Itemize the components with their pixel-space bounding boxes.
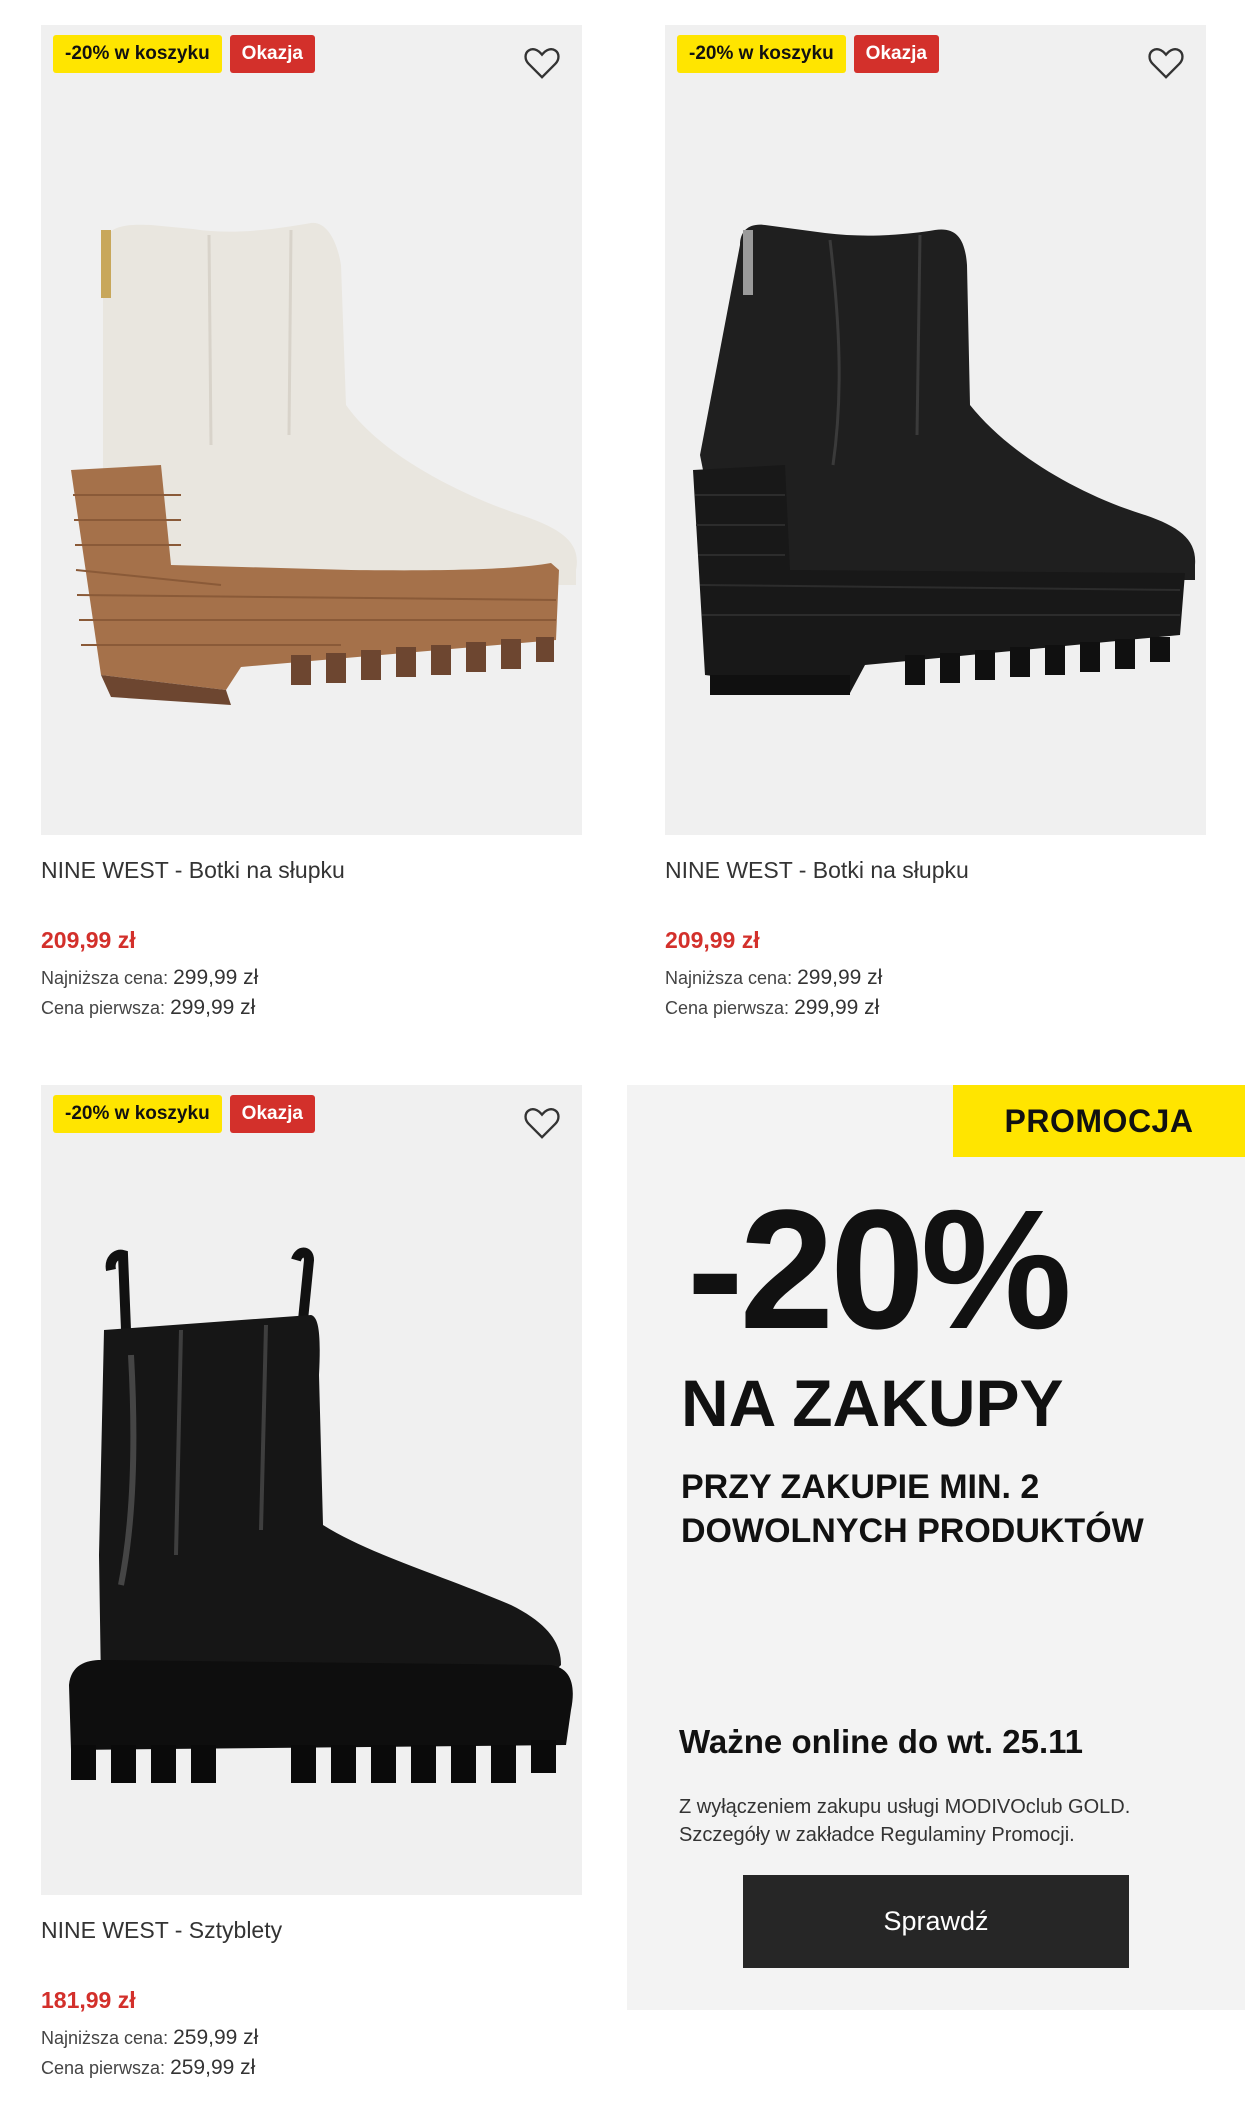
promo-banner[interactable]: PROMOCJA -20% NA ZAKUPY PRZY ZAKUPIE MIN… [627,1085,1245,2010]
original-price-label: Cena pierwsza: [41,998,166,1018]
white-boot-image [71,222,577,705]
promo-tag: PROMOCJA [953,1085,1245,1157]
lowest-price-label: Najniższa cena: [41,968,169,988]
discount-badge: -20% w koszyku [53,1095,222,1133]
check-button[interactable]: Sprawdź [743,1875,1129,1968]
original-price-row: Cena pierwsza: 259,99 zł [41,2053,582,2083]
original-price-row: Cena pierwsza: 299,99 zł [41,993,582,1023]
promo-subline: PRZY ZAKUPIE MIN. 2 DOWOLNYCH PRODUKTÓW [681,1468,1144,1550]
product-price: 209,99 zł [41,927,136,953]
product-price: 209,99 zł [665,927,760,953]
heart-outline-icon[interactable] [522,43,562,83]
lowest-price-value: 299,99 zł [173,966,259,989]
promo-note: Z wyłączeniem zakupu usługi MODIVOclub G… [679,1796,1131,1846]
product-title[interactable]: NINE WEST - Sztyblety [41,1915,582,1945]
product-title[interactable]: NINE WEST - Botki na słupku [41,855,582,885]
original-price-value: 259,99 zł [170,2056,256,2079]
product-image[interactable]: -20% w koszyku Okazja [665,25,1206,835]
original-price-label: Cena pierwsza: [665,998,790,1018]
lowest-price-label: Najniższa cena: [665,968,793,988]
deal-badge: Okazja [229,1095,315,1133]
discount-badge: -20% w koszyku [53,35,222,73]
promo-discount: -20% [687,1175,1072,1365]
lowest-price-row: Najniższa cena: 299,99 zł [665,963,1206,993]
product-title[interactable]: NINE WEST - Botki na słupku [665,855,1206,885]
original-price-value: 299,99 zł [794,996,880,1019]
promo-validity: Ważne online do wt. 25.11 [679,1723,1084,1760]
deal-badge: Okazja [229,35,315,73]
product-card[interactable]: -20% w koszyku Okazja NINE WEST - Botki … [41,25,582,1023]
lowest-price-value: 259,99 zł [173,2026,259,2049]
lowest-price-value: 299,99 zł [797,966,883,989]
black-boot-image [693,224,1196,695]
deal-badge: Okazja [853,35,939,73]
heart-outline-icon[interactable] [522,1103,562,1143]
discount-badge: -20% w koszyku [677,35,846,73]
lowest-price-row: Najniższa cena: 299,99 zł [41,963,582,993]
product-image[interactable]: -20% w koszyku Okazja [41,25,582,835]
product-image[interactable]: -20% w koszyku Okazja [41,1085,582,1895]
promo-headline: NA ZAKUPY [681,1366,1064,1440]
product-card[interactable]: -20% w koszyku Okazja NINE WEST - Sztybl… [41,1085,582,2083]
heart-outline-icon[interactable] [1146,43,1186,83]
product-price: 181,99 zł [41,1987,136,2013]
black-patent-boot-image [69,1247,573,1783]
original-price-value: 299,99 zł [170,996,256,1019]
lowest-price-row: Najniższa cena: 259,99 zł [41,2023,582,2053]
lowest-price-label: Najniższa cena: [41,2028,169,2048]
original-price-row: Cena pierwsza: 299,99 zł [665,993,1206,1023]
original-price-label: Cena pierwsza: [41,2058,166,2078]
product-card[interactable]: -20% w koszyku Okazja NINE WEST - Botki … [665,25,1206,1023]
